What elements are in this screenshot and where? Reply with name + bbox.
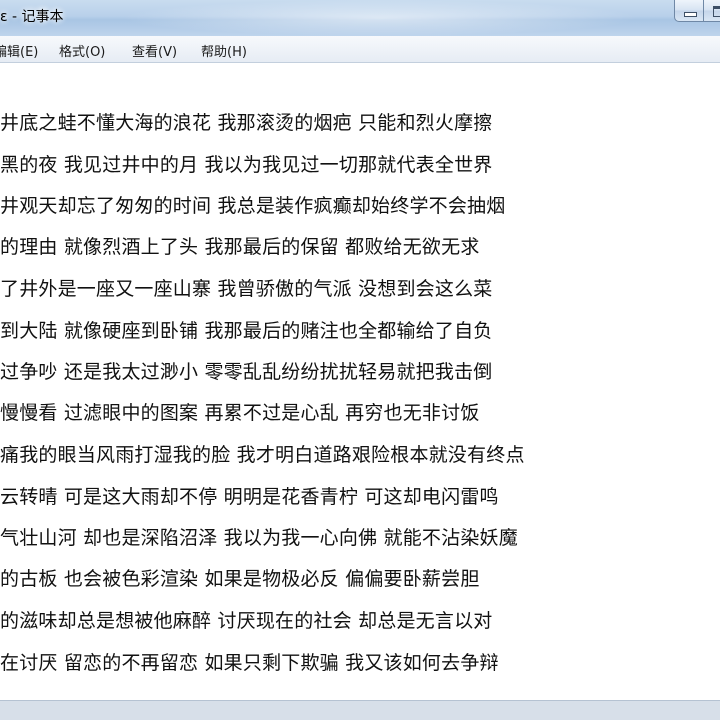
menu-edit[interactable]: 编辑(E) bbox=[0, 41, 38, 60]
text-line: 在讨厌 留恋的不再留恋 如果只剩下欺骗 我又该如何去争辩 bbox=[0, 652, 499, 674]
text-line: 慢慢看 过滤眼中的图案 再累不过是心乱 再穷也无非讨饭 bbox=[0, 402, 480, 424]
text-line: 井观天却忘了匆匆的时间 我总是装作疯癫却始终学不会抽烟 bbox=[0, 195, 506, 217]
text-line: 的理由 就像烈酒上了头 我那最后的保留 都败给无欲无求 bbox=[0, 236, 480, 258]
text-line: 的滋味却总是想被他麻醉 讨厌现在的社会 却总是无言以对 bbox=[0, 610, 493, 632]
menu-format[interactable]: 格式(O) bbox=[59, 41, 105, 60]
text-line: 过争吵 还是我太过渺小 零零乱乱纷纷扰扰轻易就把我击倒 bbox=[0, 361, 493, 383]
menu-view[interactable]: 查看(V) bbox=[132, 41, 177, 60]
text-line: 到大陆 就像硬座到卧铺 我那最后的赌注也全都输给了自负 bbox=[0, 320, 493, 342]
text-editor[interactable]: 井底之蛙不懂大海的浪花 我那滚烫的烟疤 只能和烈火摩擦 黑的夜 我见过井中的月 … bbox=[0, 64, 720, 720]
title-glow bbox=[120, 0, 640, 36]
text-line: 气壮山河 却也是深陷沼泽 我以为我一心向佛 就能不沾染妖魔 bbox=[0, 527, 518, 549]
bottom-edge bbox=[0, 700, 720, 720]
text-line: 痛我的眼当风雨打湿我的脸 我才明白道路艰险根本就没有终点 bbox=[0, 444, 525, 466]
title-bar[interactable]: ɛ - 记事本 bbox=[0, 0, 720, 36]
minimize-icon bbox=[684, 12, 697, 17]
text-line: 黑的夜 我见过井中的月 我以为我见过一切那就代表全世界 bbox=[0, 154, 493, 176]
menu-bar: 编辑(E) 格式(O) 查看(V) 帮助(H) bbox=[0, 36, 720, 63]
text-line: 了井外是一座又一座山寨 我曾骄傲的气派 没想到会这么菜 bbox=[0, 278, 493, 300]
maximize-button[interactable] bbox=[703, 0, 720, 22]
window-title: ɛ - 记事本 bbox=[0, 9, 64, 25]
minimize-button[interactable] bbox=[674, 0, 704, 22]
text-line: 的古板 也会被色彩渲染 如果是物极必反 偏偏要卧薪尝胆 bbox=[0, 568, 480, 590]
text-line: 云转晴 可是这大雨却不停 明明是花香青柠 可这却电闪雷鸣 bbox=[0, 486, 499, 508]
menu-help[interactable]: 帮助(H) bbox=[201, 41, 247, 60]
text-line: 井底之蛙不懂大海的浪花 我那滚烫的烟疤 只能和烈火摩擦 bbox=[0, 112, 493, 134]
maximize-icon bbox=[713, 6, 720, 17]
